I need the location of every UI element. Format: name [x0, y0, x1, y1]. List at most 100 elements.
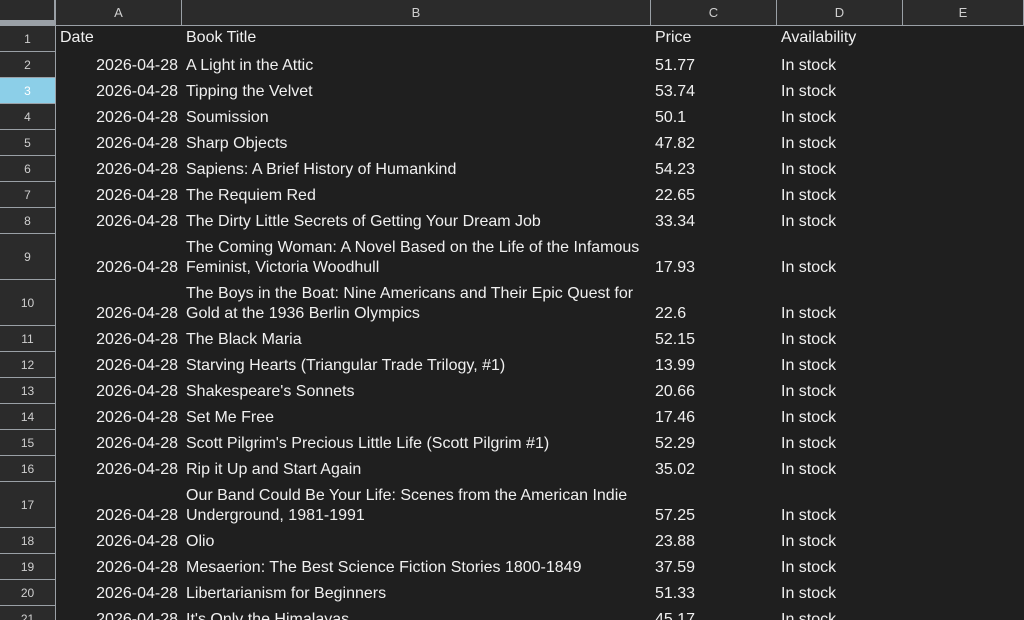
- cell-availability[interactable]: In stock: [777, 430, 903, 456]
- cell-empty[interactable]: [903, 280, 1024, 326]
- cell-title[interactable]: Olio: [182, 528, 651, 554]
- cell-availability[interactable]: In stock: [777, 234, 903, 280]
- row-number[interactable]: 18: [0, 528, 56, 554]
- cell-date[interactable]: 2026-04-28: [56, 482, 182, 528]
- row-number[interactable]: 17: [0, 482, 56, 528]
- cell-availability[interactable]: In stock: [777, 104, 903, 130]
- column-header-a[interactable]: A: [56, 0, 182, 26]
- cell-title[interactable]: The Black Maria: [182, 326, 651, 352]
- cell-title[interactable]: Starving Hearts (Triangular Trade Trilog…: [182, 352, 651, 378]
- row-number[interactable]: 7: [0, 182, 56, 208]
- cell-date[interactable]: 2026-04-28: [56, 234, 182, 280]
- row-number[interactable]: 15: [0, 430, 56, 456]
- cell-price[interactable]: 22.6: [651, 280, 777, 326]
- cell-price[interactable]: 53.74: [651, 78, 777, 104]
- cell-date[interactable]: 2026-04-28: [56, 130, 182, 156]
- cell-title[interactable]: The Coming Woman: A Novel Based on the L…: [182, 234, 651, 280]
- cell-availability[interactable]: In stock: [777, 456, 903, 482]
- cell-empty[interactable]: [903, 182, 1024, 208]
- cell-title[interactable]: The Dirty Little Secrets of Getting Your…: [182, 208, 651, 234]
- cell-title[interactable]: Soumission: [182, 104, 651, 130]
- cell-date[interactable]: 2026-04-28: [56, 208, 182, 234]
- column-header-d[interactable]: D: [777, 0, 903, 26]
- cell-price[interactable]: 51.77: [651, 52, 777, 78]
- cell-price[interactable]: 23.88: [651, 528, 777, 554]
- cell-availability[interactable]: In stock: [777, 528, 903, 554]
- row-number[interactable]: 11: [0, 326, 56, 352]
- select-all-corner[interactable]: [0, 0, 56, 26]
- cell-price[interactable]: 35.02: [651, 456, 777, 482]
- cell-price[interactable]: 51.33: [651, 580, 777, 606]
- cell-price[interactable]: 54.23: [651, 156, 777, 182]
- cell-price[interactable]: 17.46: [651, 404, 777, 430]
- cell-availability[interactable]: Availability: [777, 26, 903, 52]
- cell-title[interactable]: A Light in the Attic: [182, 52, 651, 78]
- cell-title[interactable]: Mesaerion: The Best Science Fiction Stor…: [182, 554, 651, 580]
- cell-date[interactable]: 2026-04-28: [56, 430, 182, 456]
- cell-title[interactable]: Shakespeare's Sonnets: [182, 378, 651, 404]
- cell-date[interactable]: 2026-04-28: [56, 280, 182, 326]
- cell-price[interactable]: 52.15: [651, 326, 777, 352]
- cell-title[interactable]: It's Only the Himalayas: [182, 606, 651, 620]
- row-number[interactable]: 14: [0, 404, 56, 430]
- cell-date[interactable]: 2026-04-28: [56, 156, 182, 182]
- cell-availability[interactable]: In stock: [777, 482, 903, 528]
- cell-empty[interactable]: [903, 156, 1024, 182]
- cell-title[interactable]: Scott Pilgrim's Precious Little Life (Sc…: [182, 430, 651, 456]
- row-number[interactable]: 1: [0, 26, 56, 52]
- cell-empty[interactable]: [903, 130, 1024, 156]
- cell-empty[interactable]: [903, 456, 1024, 482]
- cell-title[interactable]: Set Me Free: [182, 404, 651, 430]
- cell-title[interactable]: Our Band Could Be Your Life: Scenes from…: [182, 482, 651, 528]
- cell-empty[interactable]: [903, 554, 1024, 580]
- cell-date[interactable]: 2026-04-28: [56, 104, 182, 130]
- cell-availability[interactable]: In stock: [777, 606, 903, 620]
- cell-title[interactable]: The Boys in the Boat: Nine Americans and…: [182, 280, 651, 326]
- row-number[interactable]: 8: [0, 208, 56, 234]
- cell-availability[interactable]: In stock: [777, 404, 903, 430]
- cell-date[interactable]: 2026-04-28: [56, 456, 182, 482]
- cell-empty[interactable]: [903, 104, 1024, 130]
- cell-empty[interactable]: [903, 208, 1024, 234]
- row-number[interactable]: 21: [0, 606, 56, 620]
- row-number[interactable]: 4: [0, 104, 56, 130]
- row-number[interactable]: 19: [0, 554, 56, 580]
- row-number[interactable]: 16: [0, 456, 56, 482]
- cell-price[interactable]: 50.1: [651, 104, 777, 130]
- cell-availability[interactable]: In stock: [777, 580, 903, 606]
- cell-empty[interactable]: [903, 26, 1024, 52]
- cell-price[interactable]: 37.59: [651, 554, 777, 580]
- cell-date[interactable]: 2026-04-28: [56, 528, 182, 554]
- row-number[interactable]: 10: [0, 280, 56, 326]
- cell-title[interactable]: Sharp Objects: [182, 130, 651, 156]
- cell-date[interactable]: 2026-04-28: [56, 52, 182, 78]
- cell-empty[interactable]: [903, 326, 1024, 352]
- cell-title[interactable]: Sapiens: A Brief History of Humankind: [182, 156, 651, 182]
- cell-date[interactable]: 2026-04-28: [56, 352, 182, 378]
- row-number[interactable]: 13: [0, 378, 56, 404]
- cell-date[interactable]: 2026-04-28: [56, 326, 182, 352]
- cell-price[interactable]: Price: [651, 26, 777, 52]
- cell-price[interactable]: 22.65: [651, 182, 777, 208]
- cell-title[interactable]: Libertarianism for Beginners: [182, 580, 651, 606]
- cell-availability[interactable]: In stock: [777, 378, 903, 404]
- row-number[interactable]: 2: [0, 52, 56, 78]
- cell-title[interactable]: Tipping the Velvet: [182, 78, 651, 104]
- cell-date[interactable]: 2026-04-28: [56, 78, 182, 104]
- cell-title[interactable]: Book Title: [182, 26, 651, 52]
- cell-availability[interactable]: In stock: [777, 52, 903, 78]
- cell-empty[interactable]: [903, 352, 1024, 378]
- cell-availability[interactable]: In stock: [777, 554, 903, 580]
- cell-price[interactable]: 57.25: [651, 482, 777, 528]
- cell-price[interactable]: 45.17: [651, 606, 777, 620]
- cell-empty[interactable]: [903, 78, 1024, 104]
- cell-price[interactable]: 17.93: [651, 234, 777, 280]
- row-number[interactable]: 6: [0, 156, 56, 182]
- cell-availability[interactable]: In stock: [777, 130, 903, 156]
- column-header-c[interactable]: C: [651, 0, 777, 26]
- row-number[interactable]: 9: [0, 234, 56, 280]
- row-number[interactable]: 20: [0, 580, 56, 606]
- cell-title[interactable]: Rip it Up and Start Again: [182, 456, 651, 482]
- cell-empty[interactable]: [903, 580, 1024, 606]
- cell-availability[interactable]: In stock: [777, 182, 903, 208]
